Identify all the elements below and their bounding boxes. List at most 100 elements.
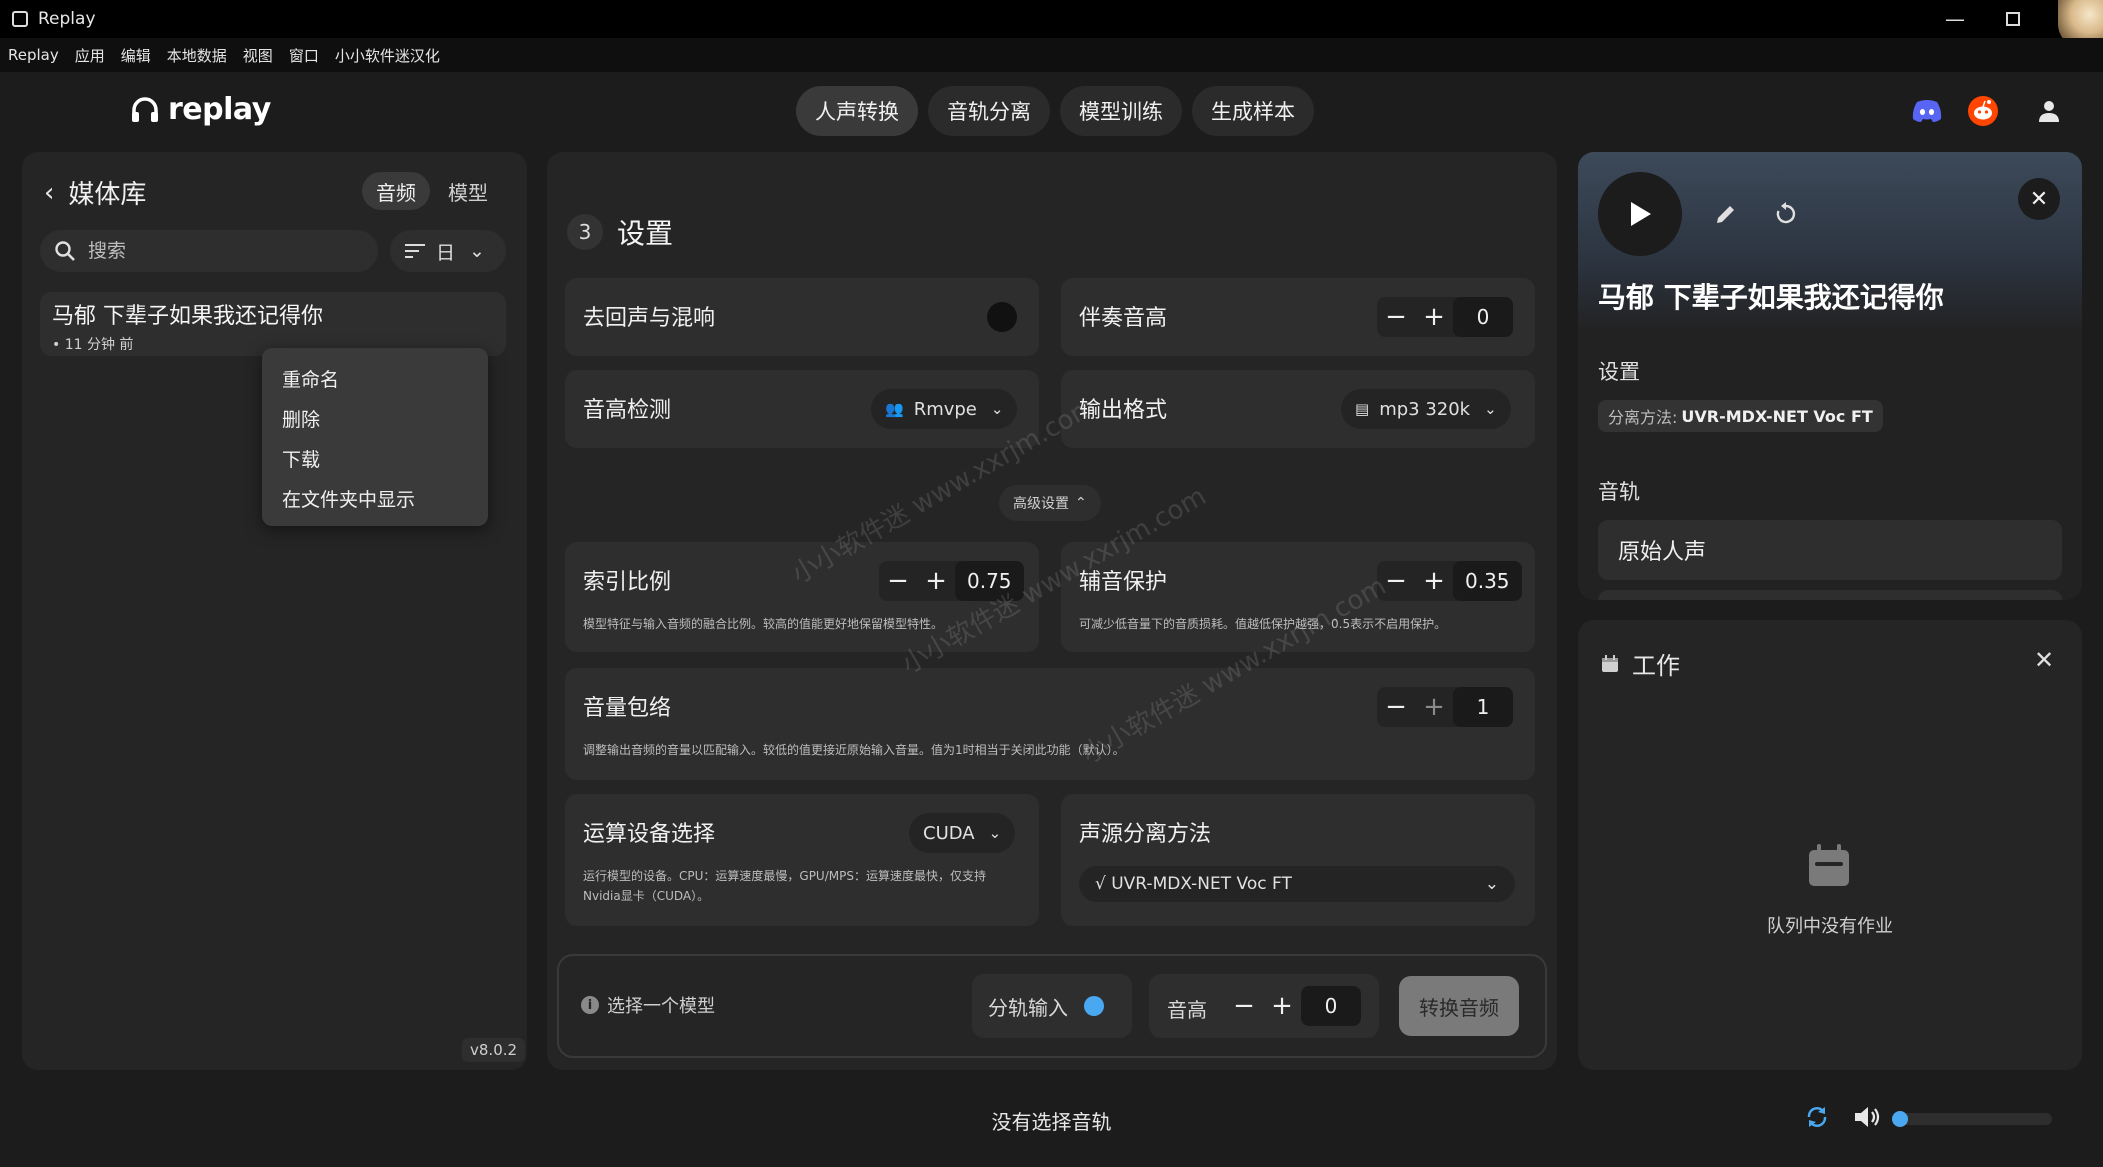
deecho-toggle[interactable] xyxy=(987,302,1017,332)
select-model-text: 选择一个模型 xyxy=(607,996,715,1017)
consonant-stepper: − + 0.35 xyxy=(1377,561,1522,601)
increment-button[interactable]: + xyxy=(1263,986,1301,1026)
tab-generate-samples[interactable]: 生成样本 xyxy=(1192,86,1314,136)
menu-item-show-in-folder[interactable]: 在文件夹中显示 xyxy=(262,478,488,518)
decrement-button[interactable]: − xyxy=(879,561,917,601)
output-format-dropdown[interactable]: ▤ mp3 320k ⌄ xyxy=(1341,389,1511,429)
index-ratio-card: 索引比例 − + 0.75 模型特征与输入音频的融合比例。较高的值能更好地保留模… xyxy=(565,542,1039,652)
device-value: CUDA xyxy=(923,822,975,844)
pitch-value[interactable]: 0 xyxy=(1301,986,1361,1026)
search-input[interactable] xyxy=(88,240,348,262)
menu-local-data[interactable]: 本地数据 xyxy=(167,45,227,66)
menu-window[interactable]: 窗口 xyxy=(289,45,319,66)
jobs-empty-text: 队列中没有作业 xyxy=(1767,916,1893,937)
user-avatar-icon[interactable] xyxy=(2032,94,2066,128)
tab-voice-convert[interactable]: 人声转换 xyxy=(796,86,918,136)
volume-slider[interactable] xyxy=(1892,1111,2052,1127)
advanced-settings-label: 高级设置 xyxy=(1013,496,1069,512)
volume-slider-handle[interactable] xyxy=(1892,1111,1908,1127)
decrement-button[interactable]: − xyxy=(1225,986,1263,1026)
window-title: Replay xyxy=(38,9,96,29)
file-icon: ▤ xyxy=(1355,400,1370,418)
separation-dropdown[interactable]: √ UVR-MDX-NET Voc FT ⌄ xyxy=(1079,866,1515,902)
decrement-button[interactable]: − xyxy=(1377,561,1415,601)
menu-bar: Replay 应用 编辑 本地数据 视图 窗口 小小软件迷汉化 xyxy=(0,38,2103,72)
pitch-detect-card: 音高检测 👥 Rmvpe ⌄ xyxy=(565,370,1039,448)
consonant-desc: 可减少低音量下的音质损耗。值越低保护越强，0.5表示不启用保护。 xyxy=(1079,617,1447,631)
player-settings-label: 设置 xyxy=(1598,360,1640,384)
menu-item-delete[interactable]: 删除 xyxy=(262,398,488,438)
advanced-settings-button[interactable]: 高级设置 ⌃ xyxy=(999,485,1101,521)
edit-pencil-icon[interactable] xyxy=(1712,200,1740,228)
increment-button[interactable]: + xyxy=(917,561,955,601)
accomp-pitch-value[interactable]: 0 xyxy=(1453,297,1513,337)
menu-item-rename[interactable]: 重命名 xyxy=(262,358,488,398)
pitch-control: 音高 − + 0 xyxy=(1149,974,1379,1038)
reddit-icon[interactable] xyxy=(1966,94,2000,128)
device-dropdown[interactable]: CUDA ⌄ xyxy=(909,813,1016,853)
volume-icon[interactable] xyxy=(1852,1102,1882,1132)
output-format-card: 输出格式 ▤ mp3 320k ⌄ xyxy=(1061,370,1535,448)
play-button[interactable] xyxy=(1598,172,1682,256)
increment-button[interactable]: + xyxy=(1415,297,1453,337)
deecho-card: 去回声与混响 xyxy=(565,278,1039,356)
envelope-card: 音量包络 − + 1 调整输出音频的音量以匹配输入。较低的值更接近原始输入音量。… xyxy=(565,668,1535,780)
library-header: ‹ 媒体库 xyxy=(44,174,146,211)
minimize-button[interactable]: — xyxy=(1926,0,1984,38)
loop-icon[interactable] xyxy=(1802,1102,1832,1132)
menu-app[interactable]: 应用 xyxy=(75,45,105,66)
chevron-up-icon: ⌃ xyxy=(1075,495,1087,511)
tab-track-separation[interactable]: 音轨分离 xyxy=(928,86,1050,136)
logo[interactable]: replay xyxy=(130,92,271,127)
close-player-button[interactable]: ✕ xyxy=(2018,178,2060,220)
play-icon xyxy=(1631,202,1651,226)
select-model-hint[interactable]: i 选择一个模型 xyxy=(581,992,715,1018)
info-icon: i xyxy=(581,996,599,1014)
settings-panel: 3 设置 去回声与混响 伴奏音高 − + 0 音高检测 👥 Rmvpe ⌄ 输出… xyxy=(547,152,1557,1070)
consonant-card: 辅音保护 − + 0.35 可减少低音量下的音质损耗。值越低保护越强，0.5表示… xyxy=(1061,542,1535,652)
decrement-button[interactable]: − xyxy=(1377,687,1415,727)
back-chevron-icon[interactable]: ‹ xyxy=(44,178,54,208)
split-input-indicator xyxy=(1084,996,1104,1016)
tab-model-training[interactable]: 模型训练 xyxy=(1060,86,1182,136)
accomp-pitch-stepper: − + 0 xyxy=(1377,297,1513,337)
title-bar: Replay — xyxy=(0,0,2103,48)
sort-label: 日 xyxy=(436,241,456,264)
calendar-icon xyxy=(1602,654,1618,672)
menu-item-download[interactable]: 下载 xyxy=(262,438,488,478)
menu-localization[interactable]: 小小软件迷汉化 xyxy=(335,45,440,66)
deecho-label: 去回声与混响 xyxy=(583,306,716,331)
close-jobs-button[interactable]: ✕ xyxy=(2034,646,2054,674)
maximize-button[interactable] xyxy=(1984,0,2042,38)
increment-button[interactable]: + xyxy=(1415,561,1453,601)
search-box xyxy=(40,230,378,272)
menu-view[interactable]: 视图 xyxy=(243,45,273,66)
header-icons xyxy=(1910,94,2088,128)
menu-edit[interactable]: 编辑 xyxy=(121,45,151,66)
library-title: 媒体库 xyxy=(68,180,147,210)
device-label: 运算设备选择 xyxy=(583,822,716,847)
index-ratio-value[interactable]: 0.75 xyxy=(955,561,1024,601)
track-item-partial[interactable] xyxy=(1598,590,2062,600)
device-card: 运算设备选择 CUDA ⌄ 运行模型的设备。CPU：运算速度最慢，GPU/MPS… xyxy=(565,794,1039,926)
discord-icon[interactable] xyxy=(1910,94,1944,128)
tab-audio[interactable]: 音频 xyxy=(362,172,430,210)
refresh-icon[interactable] xyxy=(1772,200,1800,228)
sort-icon xyxy=(405,244,425,258)
list-item[interactable]: 马郁 下辈子如果我还记得你 • 11 分钟 前 xyxy=(40,292,506,356)
tab-models[interactable]: 模型 xyxy=(434,172,502,210)
sort-dropdown[interactable]: 日 ⌄ xyxy=(390,230,506,272)
split-input-toggle[interactable]: 分轨输入 xyxy=(972,974,1132,1038)
increment-button[interactable]: + xyxy=(1415,687,1453,727)
envelope-value[interactable]: 1 xyxy=(1453,687,1513,727)
media-item-title: 马郁 下辈子如果我还记得你 xyxy=(52,304,323,329)
index-ratio-stepper: − + 0.75 xyxy=(879,561,1024,601)
convert-audio-button[interactable]: 转换音频 xyxy=(1399,976,1519,1036)
consonant-value[interactable]: 0.35 xyxy=(1453,561,1522,601)
decrement-button[interactable]: − xyxy=(1377,297,1415,337)
menu-replay[interactable]: Replay xyxy=(8,46,59,64)
pitch-detect-dropdown[interactable]: 👥 Rmvpe ⌄ xyxy=(871,389,1018,429)
app-icon xyxy=(12,11,28,27)
track-item[interactable]: 原始人声 xyxy=(1598,520,2062,580)
headphones-icon xyxy=(130,96,160,124)
